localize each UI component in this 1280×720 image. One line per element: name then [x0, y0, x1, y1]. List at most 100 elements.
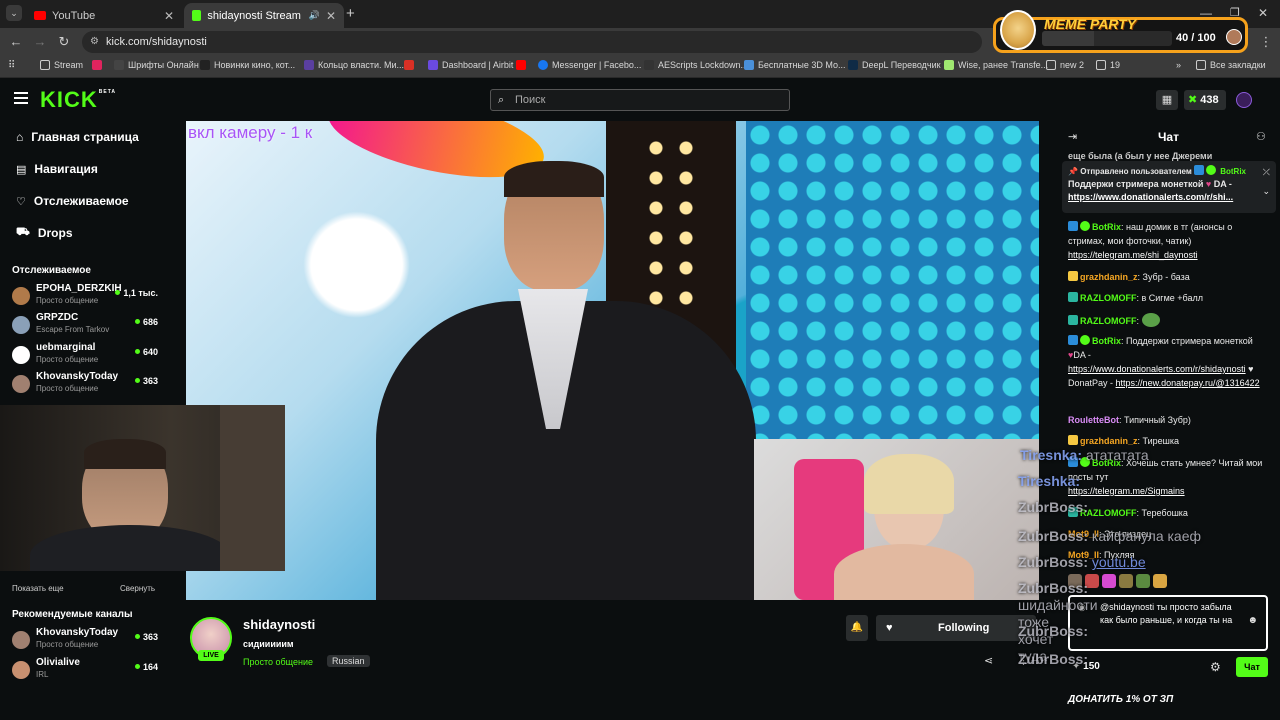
search-placeholder: Поиск [515, 94, 546, 106]
more-bookmarks-icon[interactable]: » [1176, 60, 1181, 70]
chat-message: BotRix: наш домик в тг (анонсы о стримах… [1068, 221, 1233, 260]
all-bookmarks[interactable]: Все закладки [1196, 60, 1266, 70]
folder-icon [1196, 60, 1206, 70]
following-channel[interactable]: GRPZDC Escape From Tarkov 686 [12, 312, 162, 338]
bookmark-item[interactable] [516, 60, 526, 70]
bookmark-item[interactable]: AEScripts Lockdown... [644, 60, 748, 70]
close-tab-icon[interactable]: ✕ [326, 9, 336, 23]
meme-avatar [1226, 29, 1242, 45]
following-channel[interactable]: EPOHA_DERZKIH Просто общение 1,1 тыс. [12, 283, 162, 309]
theater-mode-button[interactable]: ▦ [1156, 90, 1178, 110]
recommended-header: Рекомендуемые каналы [12, 609, 133, 620]
browse-icon: ▤ [16, 163, 27, 176]
bookmark-item[interactable]: Wise, ранее Transfe... [944, 60, 1048, 70]
language-tag[interactable]: Russian [327, 655, 370, 667]
pinned-link[interactable]: https://www.donationalerts.com/r/shi... [1068, 191, 1270, 204]
show-more-link[interactable]: Показать еще [12, 584, 64, 593]
unpin-icon[interactable]: ⤫ [1263, 166, 1270, 179]
apps-icon[interactable]: ⠿ [8, 60, 15, 71]
video-player[interactable]: вкл камеру - 1 к [186, 121, 1039, 600]
search-input[interactable]: ⌕ Поиск [490, 89, 790, 111]
site-info-icon[interactable]: ⚙ [90, 31, 99, 53]
speaker-icon: 🔊 [308, 10, 320, 20]
chat-settings-icon[interactable]: ⚙ [1210, 660, 1221, 674]
back-icon[interactable]: ← [8, 34, 24, 50]
user-avatar[interactable] [1236, 92, 1252, 108]
bookmark-item[interactable]: Messenger | Facebo... [538, 60, 641, 70]
kick-logo[interactable]: KICKBETA [40, 87, 116, 113]
chat-input[interactable]: ◉ @shidaynosti ты просто забыла как было… [1068, 595, 1268, 651]
subscriber-badge-icon [1068, 271, 1078, 281]
recommended-channel[interactable]: KhovanskyToday Просто общение 363 [12, 627, 162, 653]
bookmark-item[interactable]: Новинки кино, кот... [200, 60, 295, 70]
bookmark-favicon-icon [744, 60, 754, 70]
frog-emote-icon [1141, 313, 1160, 327]
overlay-chat-line: ZubrBoss: [1018, 499, 1088, 515]
bookmark-item[interactable]: Кольцо власти. Ми... [304, 60, 404, 70]
stream-info: LIVE shidaynosti сидииииим Просто общени… [168, 600, 1038, 690]
bookmark-favicon-icon [428, 60, 438, 70]
hamburger-menu-icon[interactable] [14, 92, 28, 104]
channel-name[interactable]: shidaynosti [243, 617, 315, 632]
kick-favicon-icon [192, 10, 202, 21]
following-button[interactable]: ♥ Following [876, 615, 1036, 641]
bookmark-item[interactable] [92, 60, 102, 70]
stream-title: сидииииим [243, 639, 294, 649]
facebook-icon [538, 60, 548, 70]
bookmark-item[interactable]: Бесплатные 3D Мо... [744, 60, 846, 70]
streamer-figure [376, 161, 756, 600]
meme-party-title: MEME PARTY [1044, 16, 1137, 32]
bookmark-item[interactable]: Stream [40, 60, 83, 70]
kick-coins-button[interactable]: ✖ 438 [1184, 90, 1226, 110]
nav-following[interactable]: ♡ Отслеживаемое [16, 194, 129, 208]
send-chat-button[interactable]: Чат [1236, 657, 1268, 677]
chat-message: RouletteBot: Типичный Зубр) [1068, 415, 1191, 425]
meme-progress-text: 40 / 100 [1176, 32, 1216, 44]
nav-browse[interactable]: ▤ Навигация [16, 162, 98, 176]
bookmark-item[interactable]: 19 [1096, 60, 1120, 70]
following-channel[interactable]: uebmarginal Просто общение 640 [12, 342, 162, 368]
nav-drops[interactable]: ⛟ Drops [16, 226, 73, 240]
url-field[interactable]: ⚙ kick.com/shidaynosti [82, 31, 982, 53]
following-channel[interactable]: KhovanskyToday Просто общение 363 [12, 371, 162, 397]
stream-category[interactable]: Просто общение [243, 657, 313, 667]
subscriber-badge-icon [1068, 435, 1078, 445]
pinned-message[interactable]: 📌 Отправлено пользователем BotRix Поддер… [1062, 161, 1276, 213]
expand-pinned-icon[interactable]: ⌄ [1262, 185, 1270, 198]
share-icon[interactable]: ⋖ [984, 654, 993, 667]
overlay-chat-line: ZubrBoss: youtu.be [1018, 554, 1146, 570]
avatar [12, 287, 30, 305]
chat-message-cut: еще была (а был у нее Джереми [1068, 151, 1213, 161]
pinned-header: 📌 Отправлено пользователем BotRix [1068, 165, 1246, 176]
emoji-icon[interactable]: ☻ [1247, 615, 1258, 626]
url-text: kick.com/shidaynosti [106, 36, 207, 48]
emote-icon [1102, 574, 1116, 588]
bookmark-item[interactable]: Шрифты Онлайн [114, 60, 199, 70]
chat-message: BotRix: Поддержи стримера монеткой ♥DA -… [1068, 335, 1260, 388]
tab-youtube[interactable]: YouTube ✕ [26, 3, 182, 28]
chat-users-icon[interactable]: ⚇ [1256, 130, 1266, 143]
forward-icon[interactable]: → [32, 34, 48, 50]
bookmark-item[interactable]: Dashboard | Airbit [428, 60, 513, 70]
emote-row [1068, 574, 1268, 588]
bookmark-favicon-icon [114, 60, 124, 70]
notifications-button[interactable]: 🔔 [846, 615, 868, 641]
collapse-link[interactable]: Свернуть [120, 584, 155, 593]
close-tab-icon[interactable]: ✕ [164, 9, 174, 23]
bookmark-item[interactable]: DeepL Переводчик [848, 60, 941, 70]
collapse-chat-icon[interactable]: ⇥ [1068, 130, 1077, 143]
bookmark-item[interactable]: new 2 [1046, 60, 1084, 70]
recommended-channel[interactable]: Olivialive IRL 164 [12, 657, 162, 683]
youtube-icon [516, 60, 526, 70]
tab-list-button[interactable]: ⌄ [6, 5, 22, 21]
nav-home[interactable]: ⌂ Главная страница [16, 130, 139, 144]
new-tab-button[interactable]: + [346, 5, 355, 22]
menu-dots-icon[interactable]: ⋮ [1258, 34, 1274, 50]
heart-filled-icon: ♥ [886, 622, 893, 634]
bookmark-item[interactable] [404, 60, 414, 70]
reload-icon[interactable]: ↻ [56, 34, 72, 50]
tab-kick[interactable]: shidaynosti Stream - Watch 🔊 ✕ [184, 3, 344, 28]
donate-banner: ДОНАТИТЬ 1% ОТ ЗП [1068, 694, 1174, 705]
close-window-icon[interactable]: ✕ [1258, 6, 1268, 20]
meme-party-widget: MEME PARTY 40 / 100 [993, 10, 1248, 53]
